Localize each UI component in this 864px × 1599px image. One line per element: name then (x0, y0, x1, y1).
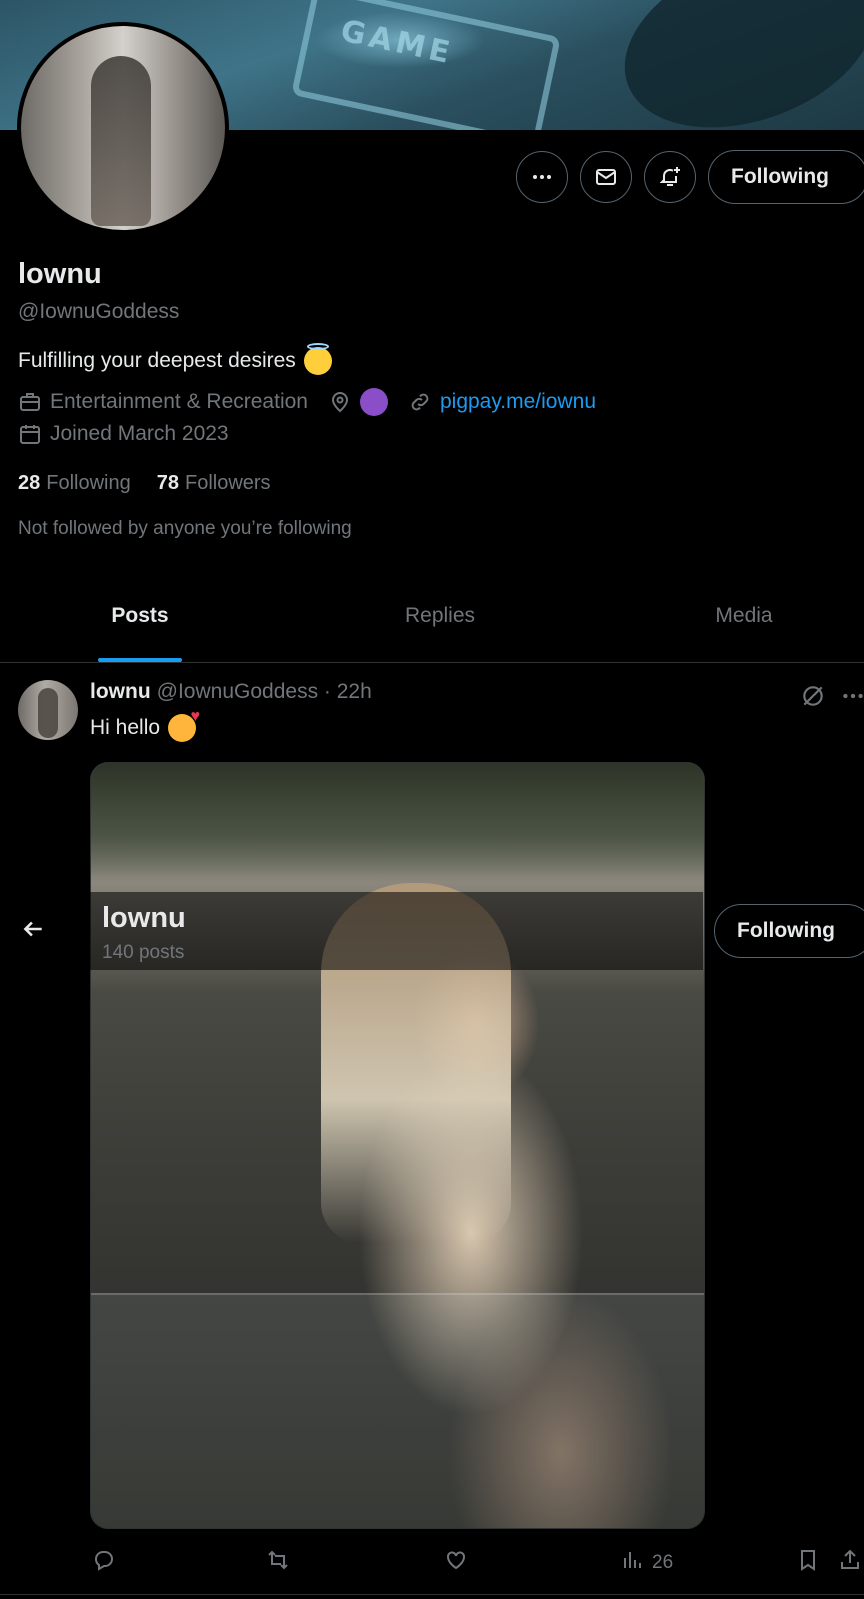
profile-tabs: Posts Replies Media (0, 570, 864, 663)
post-author-name[interactable]: lownu (90, 680, 151, 704)
notify-button[interactable] (644, 151, 696, 203)
smiling-hearts-emoji-icon (168, 708, 200, 742)
reply-button[interactable] (92, 1548, 116, 1578)
post-header: lownu @IownuGoddess · 22h (90, 680, 372, 704)
more-button[interactable] (516, 151, 568, 203)
joined-label: Joined March 2023 (50, 422, 229, 445)
post-more-icon[interactable] (840, 683, 864, 714)
calendar-icon (18, 422, 42, 446)
tab-posts-label: Posts (111, 604, 169, 627)
location-icon (328, 390, 352, 414)
category-item: Entertainment & Recreation (18, 390, 308, 414)
follow-counts: 28 Following 78 Followers (18, 472, 271, 495)
post-action-bar: 26 (90, 1548, 864, 1578)
repost-icon (266, 1548, 290, 1578)
category-label: Entertainment & Recreation (50, 390, 308, 413)
followers-label: Followers (184, 472, 271, 494)
views-button[interactable]: 26 (620, 1548, 673, 1578)
post-text-content: Hi hello (90, 716, 161, 739)
tab-replies[interactable]: Replies (300, 570, 580, 662)
share-button[interactable] (838, 1548, 862, 1578)
location-item (328, 388, 388, 416)
back-arrow-icon[interactable] (20, 916, 46, 947)
sticky-header-title: lownu (102, 902, 186, 934)
joined-item: Joined March 2023 (18, 422, 229, 446)
share-icon (838, 1548, 862, 1578)
photo-plants (91, 763, 704, 883)
reply-icon (92, 1548, 116, 1578)
tab-replies-label: Replies (404, 604, 476, 627)
post-author-avatar[interactable] (18, 680, 78, 740)
profile-avatar[interactable] (17, 22, 229, 234)
profile-bio: Fulfilling your deepest desires (18, 343, 332, 375)
message-button[interactable] (580, 151, 632, 203)
profile-actions: Following (516, 150, 864, 204)
following-count: 28 (18, 472, 41, 494)
bio-text: Fulfilling your deepest desires (18, 349, 296, 372)
not-followed-note: Not followed by anyone you’re following (18, 518, 352, 539)
bell-plus-icon (658, 165, 682, 189)
post-handle-time[interactable]: @IownuGoddess · 22h (157, 680, 372, 704)
followers-count-link[interactable]: 78 Followers (157, 472, 271, 495)
website-item[interactable]: pigpay.me/iownu (408, 390, 596, 414)
profile-name: lownu (18, 258, 102, 290)
post-divider (0, 1594, 864, 1595)
following-count-link[interactable]: 28 Following (18, 472, 131, 495)
views-count: 26 (652, 1552, 674, 1573)
more-icon (530, 165, 554, 189)
like-icon (444, 1548, 468, 1578)
website-link[interactable]: pigpay.me/iownu (440, 390, 596, 414)
sticky-following-button[interactable]: Following (714, 904, 864, 958)
profile-meta: Entertainment & Recreation pigpay.me/iow… (18, 388, 616, 416)
like-button[interactable] (444, 1548, 468, 1578)
followers-count: 78 (156, 472, 179, 494)
views-icon (620, 1548, 644, 1578)
mail-icon (594, 165, 618, 189)
following-label: Following (46, 472, 131, 494)
post-text: Hi hello (90, 708, 200, 742)
tab-media[interactable]: Media (604, 570, 864, 662)
angel-emoji-icon (303, 343, 332, 375)
photo-glass-railing (91, 1293, 704, 1528)
tab-media-label: Media (715, 604, 773, 627)
avatar-figure (38, 688, 58, 738)
avatar-figure (91, 56, 151, 226)
briefcase-icon (18, 390, 42, 414)
profile-handle: @IownuGoddess (18, 300, 180, 323)
tab-active-indicator (98, 658, 182, 662)
link-icon (408, 390, 432, 414)
banner-shadow (600, 0, 864, 130)
post-photo[interactable] (90, 762, 705, 1529)
bookmark-button[interactable] (796, 1548, 820, 1578)
sticky-profile-header: lownu 140 posts Following (0, 890, 864, 970)
tab-posts[interactable]: Posts (0, 570, 280, 662)
devil-emoji-icon (359, 388, 388, 416)
repost-button[interactable] (266, 1548, 290, 1578)
following-button[interactable]: Following (708, 150, 864, 204)
grok-icon[interactable] (800, 683, 826, 714)
bookmark-icon (796, 1548, 820, 1578)
sticky-header-post-count: 140 posts (102, 942, 185, 963)
